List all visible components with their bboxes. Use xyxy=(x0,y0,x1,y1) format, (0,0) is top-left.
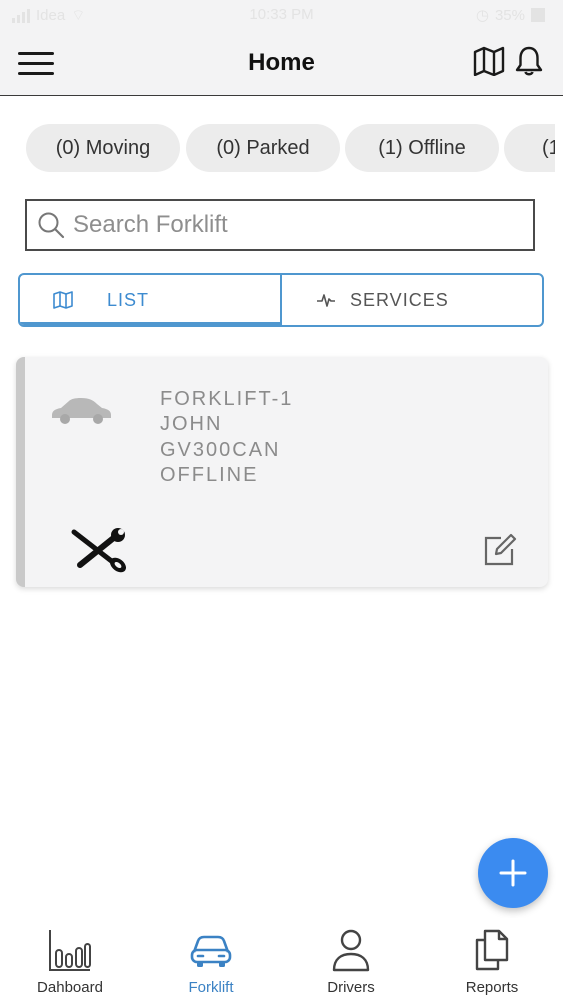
status-bar: Idea ⌔ 10:33 PM ◷ 35% xyxy=(0,0,563,30)
add-forklift-button[interactable] xyxy=(478,838,548,908)
nav-drivers-label: Drivers xyxy=(327,979,375,996)
chip-moving-label: (0) Moving xyxy=(55,136,151,159)
chip-parked-label: (0) Parked xyxy=(216,136,310,159)
forklift-device: GV300CAN xyxy=(160,439,281,461)
view-segment-control: LIST SERVICES xyxy=(18,273,544,327)
person-icon xyxy=(332,929,370,972)
map-outline-icon xyxy=(53,291,73,309)
tab-list-label: LIST xyxy=(107,290,150,310)
plus-icon xyxy=(499,859,527,887)
tab-list[interactable]: LIST xyxy=(20,275,282,325)
bell-icon[interactable] xyxy=(514,45,544,77)
tools-icon[interactable] xyxy=(70,527,130,573)
bottom-navigation: Dahboard Forklift Drivers Reports xyxy=(0,918,563,1000)
chip-partial[interactable]: (1 xyxy=(504,124,555,172)
nav-reports-label: Reports xyxy=(465,979,519,996)
tab-services[interactable]: SERVICES xyxy=(282,275,542,325)
nav-forklift-label: Forklift xyxy=(188,979,234,996)
search-box[interactable] xyxy=(25,199,535,251)
nav-drivers[interactable]: Drivers xyxy=(291,918,411,1000)
nav-forklift[interactable]: Forklift xyxy=(151,918,271,1000)
nav-dashboard-label: Dahboard xyxy=(37,979,103,996)
chip-moving[interactable]: (0) Moving xyxy=(26,124,180,172)
forklift-card[interactable]: FORKLIFT-1 JOHN GV300CAN OFFLINE xyxy=(16,357,548,587)
nav-reports[interactable]: Reports xyxy=(432,918,552,1000)
chip-offline[interactable]: (1) Offline xyxy=(345,124,499,172)
chip-offline-label: (1) Offline xyxy=(378,136,466,159)
documents-icon xyxy=(475,929,509,971)
app-screen: Idea ⌔ 10:33 PM ◷ 35% Home (0) Moving (0… xyxy=(0,0,563,1000)
app-header: Home xyxy=(0,30,563,96)
search-input[interactable] xyxy=(71,210,515,240)
status-filter-chips: (0) Moving (0) Parked (1) Offline (1 xyxy=(0,124,555,174)
car-icon xyxy=(190,935,232,967)
tab-services-label: SERVICES xyxy=(350,290,449,310)
pulse-icon xyxy=(317,294,335,307)
edit-icon[interactable] xyxy=(483,533,517,567)
chip-partial-label: (1 xyxy=(542,136,555,159)
map-icon[interactable] xyxy=(473,46,505,76)
forklift-status: OFFLINE xyxy=(160,464,259,486)
battery-label: 35% xyxy=(494,6,525,24)
search-icon xyxy=(38,212,65,239)
battery-icon xyxy=(531,8,545,22)
forklift-driver: JOHN xyxy=(160,413,223,435)
rotation-lock-icon: ◷ xyxy=(475,7,489,24)
forklift-name: FORKLIFT-1 xyxy=(160,388,294,410)
bar-chart-icon xyxy=(49,930,91,971)
car-icon xyxy=(52,398,111,424)
status-right: ◷ 35% xyxy=(476,6,545,24)
nav-dashboard[interactable]: Dahboard xyxy=(10,918,130,1000)
chip-parked[interactable]: (0) Parked xyxy=(186,124,340,172)
